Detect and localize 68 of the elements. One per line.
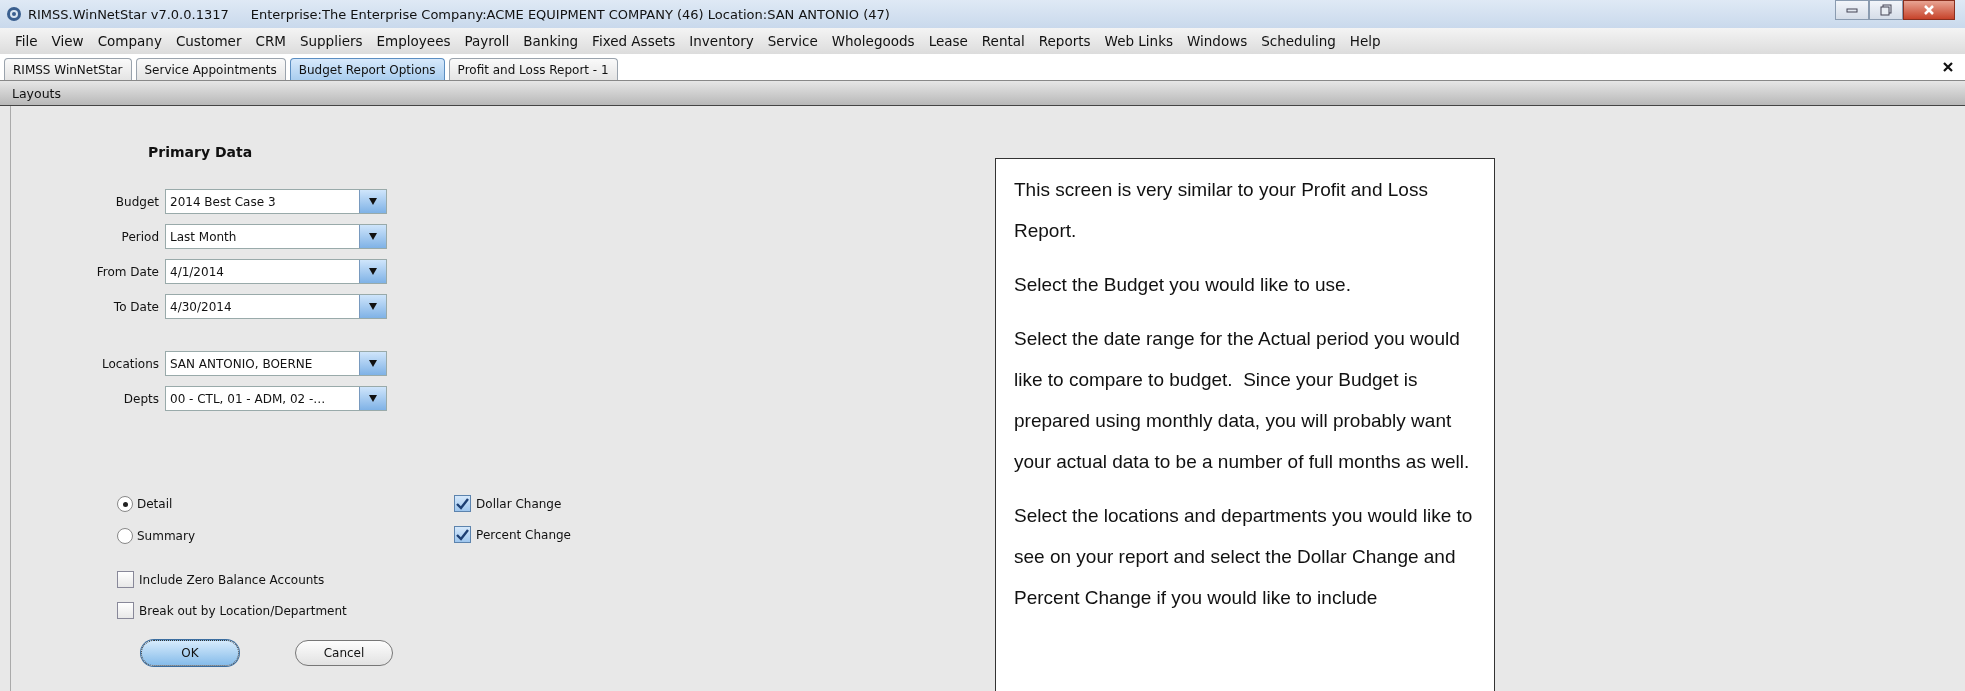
menu-item[interactable]: Web Links [1097, 33, 1180, 49]
checkmark-icon [456, 528, 470, 541]
menu-item[interactable]: Rental [974, 33, 1032, 49]
menu-item[interactable]: CRM [248, 33, 293, 49]
minimize-icon [1846, 7, 1858, 13]
dropdown-arrow-icon [369, 360, 377, 367]
checkbox[interactable]: Break out by Location/Department [117, 595, 455, 626]
dropdown-field[interactable]: 4/30/2014 [165, 294, 387, 319]
tab[interactable]: Profit and Loss Report - 1 [448, 58, 618, 80]
dropdown-field[interactable]: 4/1/2014 [165, 259, 387, 284]
dropdown-field[interactable]: 00 - CTL, 01 - ADM, 02 -… [165, 386, 387, 411]
menu-item[interactable]: Help [1342, 33, 1388, 49]
dropdown-arrow-icon [369, 233, 377, 240]
menu-item[interactable]: Banking [516, 33, 586, 49]
minimize-button[interactable] [1835, 0, 1869, 20]
dropdown-field[interactable]: 2014 Best Case 3 [165, 189, 387, 214]
menu-item[interactable]: Reports [1031, 33, 1098, 49]
cancel-button[interactable]: Cancel [295, 640, 393, 666]
tab[interactable]: Budget Report Options [289, 58, 445, 80]
close-icon[interactable] [1943, 62, 1953, 72]
dropdown-field[interactable]: Last Month [165, 224, 387, 249]
menu-item[interactable]: Payroll [457, 33, 517, 49]
restore-icon [1880, 4, 1892, 16]
field-label: Period [120, 229, 160, 244]
menu-item[interactable]: File [8, 33, 45, 49]
field-label: Budget [114, 194, 160, 209]
checkbox[interactable]: Include Zero Balance Accounts [117, 564, 455, 595]
field-label: Depts [122, 391, 160, 406]
app-logo-icon [6, 6, 22, 22]
menu-item[interactable]: Service [760, 33, 825, 49]
field-label: From Date [95, 264, 160, 279]
menu-item[interactable]: Windows [1180, 33, 1255, 49]
menu-item[interactable]: View [44, 33, 91, 49]
checkbox[interactable]: Percent Change [454, 519, 571, 550]
dropdown-field[interactable]: SAN ANTONIO, BOERNE [165, 351, 387, 376]
note-paragraph: This screen is very similar to your Profit and Loss Report. [1014, 178, 1429, 243]
menu-item[interactable]: Customer [168, 33, 249, 49]
window-title: RIMSS.WinNetStar v7.0.0.1317 [28, 6, 229, 22]
checkmark-icon [456, 497, 470, 510]
dropdown-arrow-icon [369, 395, 377, 402]
field-label: Locations [101, 356, 160, 371]
close-button[interactable] [1903, 0, 1955, 20]
menu-item[interactable]: Scheduling [1254, 33, 1343, 49]
tab[interactable]: Service Appointments [135, 58, 286, 80]
dropdown-arrow-icon [369, 198, 377, 205]
maximize-button[interactable] [1869, 0, 1903, 20]
checkbox[interactable]: Dollar Change [454, 488, 571, 519]
note-paragraph: Select the date range for the Actual period you would like to compare to budget. Since your Budget is prepared using monthly data, you will probably want your actual data to be a number of full months as well. [1014, 327, 1471, 474]
menu-item[interactable]: Suppliers [292, 33, 370, 49]
menu-item[interactable]: Inventory [682, 33, 761, 49]
section-heading: Primary Data [148, 144, 254, 160]
menu-item[interactable]: Employees [369, 33, 458, 49]
dropdown-arrow-icon [369, 268, 377, 275]
menu-item[interactable]: Lease [921, 33, 975, 49]
context-info: Enterprise:The Enterprise Company:ACME EQUIPMENT COMPANY (46) Location:SAN ANTONIO (47) [250, 6, 890, 22]
close-icon [1923, 4, 1935, 16]
note-paragraph: Select the locations and departments you would like to see on your report and select the Dollar Change and Percent Change if you would like to include [1014, 504, 1474, 610]
radio-button[interactable]: Summary [117, 520, 455, 552]
layouts-menu[interactable]: Layouts [12, 85, 61, 101]
radio-button[interactable]: Detail [117, 488, 455, 520]
menu-item[interactable]: Wholegoods [824, 33, 922, 49]
menu-item[interactable]: Fixed Assets [585, 33, 683, 49]
note-paragraph: Select the Budget you would like to use. [1014, 273, 1352, 297]
dropdown-arrow-icon [369, 303, 377, 310]
field-label: To Date [112, 299, 160, 314]
ok-button[interactable]: OK [141, 640, 239, 666]
tab[interactable]: RIMSS WinNetStar [4, 58, 132, 80]
menu-item[interactable]: Company [90, 33, 169, 49]
